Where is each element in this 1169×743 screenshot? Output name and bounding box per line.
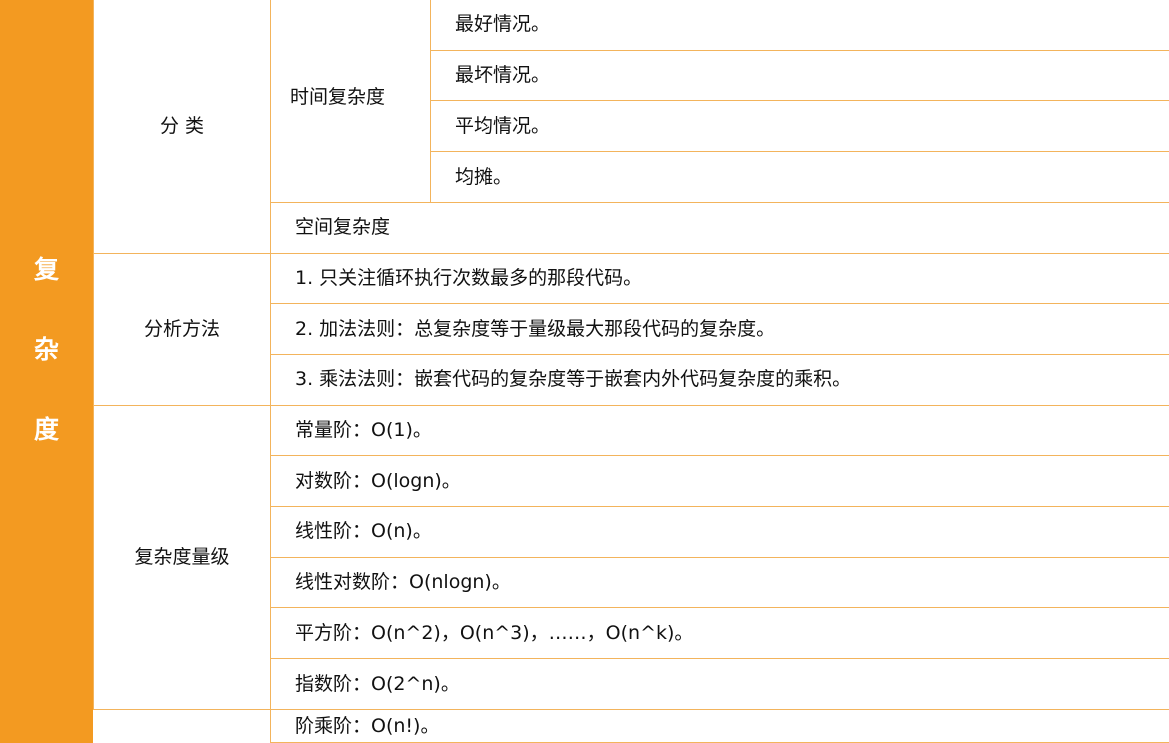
category-classification: 分 类 [93,0,270,254]
analysis-method: 2. 加法法则：总复杂度等于量级最大那段代码的复杂度。 [270,304,1169,355]
complexity-level: 平方阶：O(n^2)，O(n^3)，……，O(n^k)。 [270,608,1169,660]
analysis-method: 1. 只关注循环执行次数最多的那段代码。 [270,253,1169,305]
complexity-level: 常量阶：O(1)。 [270,405,1169,457]
complexity-table: 分 类 时间复杂度 最好情况。 最坏情况。 平均情况。 均摊。 空间复杂度 分析… [93,0,1169,743]
complexity-level: 线性对数阶：O(nlogn)。 [270,557,1169,609]
title-char-2: 杂 [33,335,59,364]
title-char-1: 复 [33,255,59,284]
category-levels: 复杂度量级 [93,405,270,710]
complexity-level: 指数阶：O(2^n)。 [270,659,1169,710]
case-average: 平均情况。 [430,101,1169,153]
complexity-level: 对数阶：O(logn)。 [270,456,1169,508]
complexity-level: 线性阶：O(n)。 [270,507,1169,558]
case-best: 最好情况。 [430,0,1169,51]
complexity-title-band: 复 杂 度 [0,0,93,743]
space-complexity-label: 空间复杂度 [270,202,1169,254]
analysis-method: 3. 乘法法则：嵌套代码的复杂度等于嵌套内外代码复杂度的乘积。 [270,354,1169,406]
category-analysis: 分析方法 [93,253,270,406]
title-char-3: 度 [33,415,59,444]
case-amortized: 均摊。 [430,152,1169,203]
time-complexity-label: 时间复杂度 [270,0,430,203]
case-worst: 最坏情况。 [430,50,1169,102]
complexity-level: 阶乘阶：O(n!)。 [270,709,1169,743]
